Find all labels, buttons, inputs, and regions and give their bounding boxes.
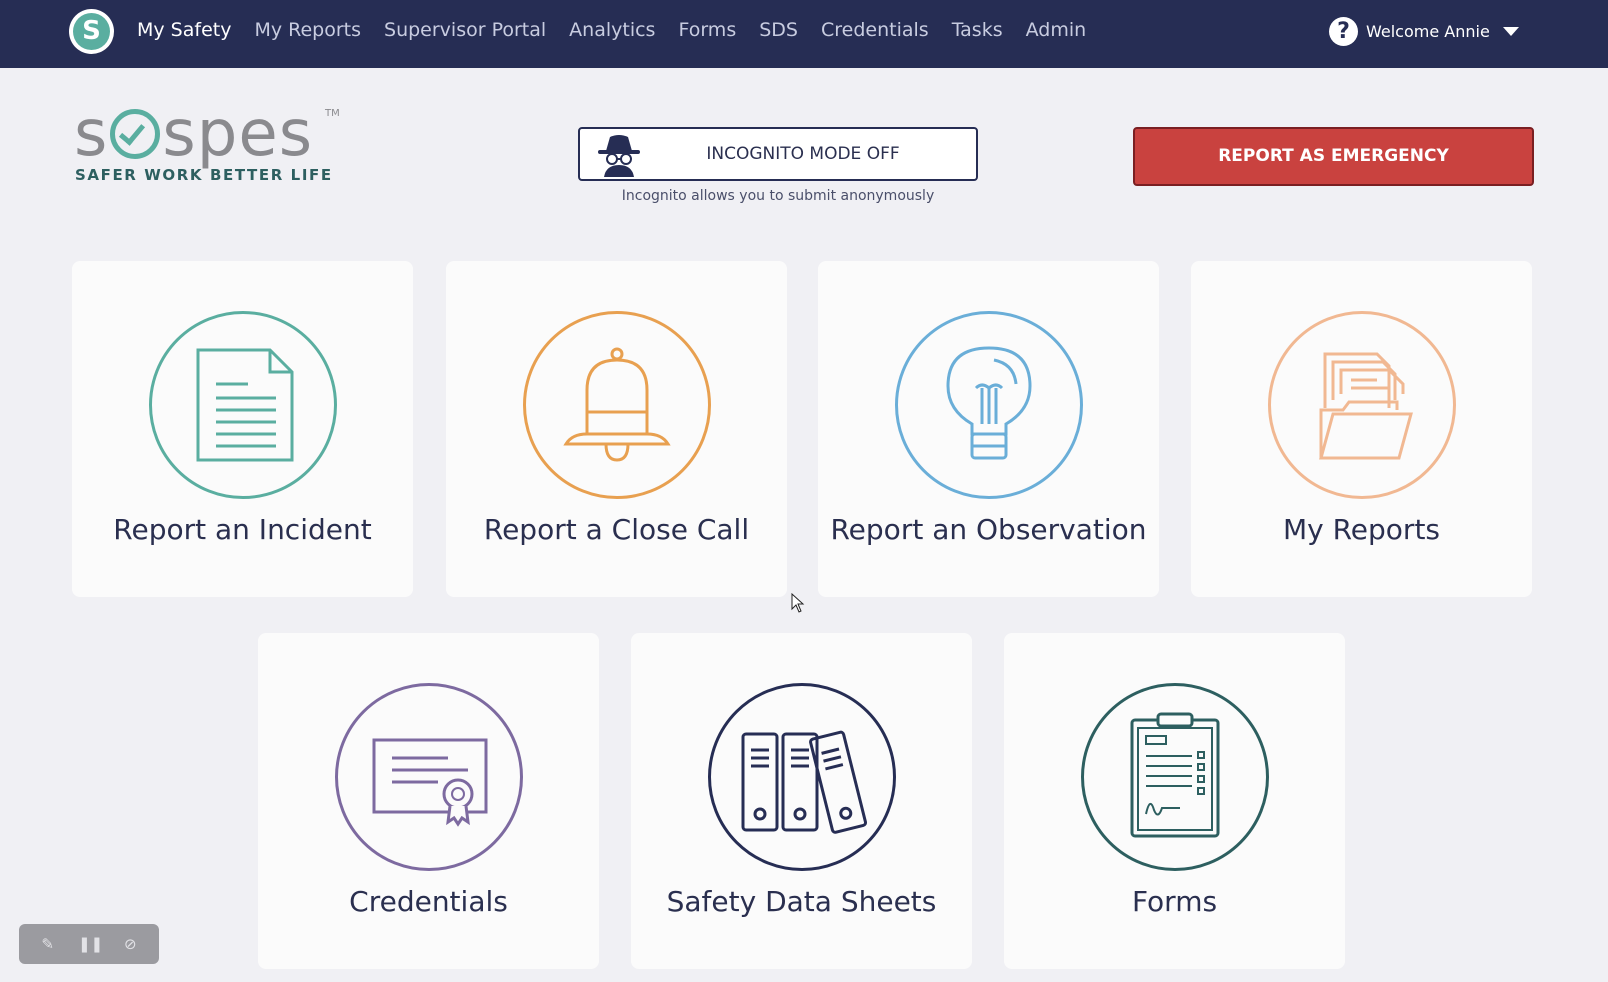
mouse-cursor-icon: [791, 593, 805, 613]
nav-item-forms[interactable]: Forms: [678, 19, 736, 41]
card-report-close-call[interactable]: Report a Close Call: [446, 261, 787, 597]
folder-icon: [1268, 311, 1456, 499]
help-icon[interactable]: ?: [1329, 16, 1358, 46]
card-label: Report an Incident: [113, 513, 372, 546]
nav-item-analytics[interactable]: Analytics: [569, 19, 655, 41]
lightbulb-icon: [895, 311, 1083, 499]
report-emergency-button[interactable]: REPORT AS EMERGENCY: [1133, 127, 1534, 186]
binders-icon: [708, 683, 896, 871]
logo-wordmark: s spes: [74, 94, 313, 174]
logo-check-circle-icon: [110, 109, 161, 159]
card-label: My Reports: [1282, 513, 1441, 546]
card-forms[interactable]: Forms: [1004, 633, 1345, 969]
app-logo-letter: S: [73, 13, 110, 50]
nav-item-my-safety[interactable]: My Safety: [137, 19, 231, 41]
nav-item-my-reports[interactable]: My Reports: [254, 19, 361, 41]
hide-icon[interactable]: ⊘: [119, 935, 141, 953]
caret-down-icon[interactable]: [1502, 26, 1519, 36]
card-label: Report a Close Call: [483, 513, 750, 546]
edit-icon[interactable]: ✎: [37, 935, 59, 953]
incognito-label: INCOGNITO MODE OFF: [706, 144, 900, 164]
welcome-text: Welcome Annie: [1366, 21, 1490, 41]
logo-tagline: SAFER WORK BETTER LIFE: [75, 166, 333, 184]
card-my-reports[interactable]: My Reports: [1191, 261, 1532, 597]
incognito-hint: Incognito allows you to submit anonymous…: [621, 188, 935, 204]
logo-wordmark-end: spes: [162, 97, 314, 171]
main-nav: My Safety My Reports Supervisor Portal A…: [137, 0, 1109, 60]
nav-item-admin[interactable]: Admin: [1026, 19, 1087, 41]
document-icon: [149, 311, 337, 499]
card-safety-data-sheets[interactable]: Safety Data Sheets: [631, 633, 972, 969]
nav-item-supervisor-portal[interactable]: Supervisor Portal: [384, 19, 546, 41]
card-report-incident[interactable]: Report an Incident: [72, 261, 413, 597]
logo-wordmark-start: s: [74, 97, 109, 171]
card-label: Credentials: [349, 885, 508, 918]
trademark-symbol: TM: [325, 108, 340, 119]
certificate-icon: [335, 683, 523, 871]
bell-icon: [523, 311, 711, 499]
pause-icon[interactable]: ❚❚: [78, 935, 103, 953]
card-label: Safety Data Sheets: [666, 885, 937, 918]
card-label: Forms: [1131, 885, 1218, 918]
recorder-toolbar: ✎ ❚❚ ⊘: [19, 924, 159, 964]
top-navigation-bar: S My Safety My Reports Supervisor Portal…: [0, 0, 1608, 68]
nav-item-sds[interactable]: SDS: [759, 19, 798, 41]
card-report-observation[interactable]: Report an Observation: [818, 261, 1159, 597]
sospes-logo: s spes TM SAFER WORK BETTER LIFE: [74, 97, 344, 188]
nav-item-credentials[interactable]: Credentials: [821, 19, 929, 41]
card-label: Report an Observation: [830, 513, 1147, 546]
spy-icon: [598, 135, 640, 177]
card-credentials[interactable]: Credentials: [258, 633, 599, 969]
nav-item-tasks[interactable]: Tasks: [952, 19, 1003, 41]
clipboard-icon: [1081, 683, 1269, 871]
app-logo[interactable]: S: [69, 9, 114, 54]
incognito-toggle-button[interactable]: INCOGNITO MODE OFF: [578, 127, 978, 181]
user-menu[interactable]: ? Welcome Annie: [1329, 15, 1519, 47]
check-icon: [119, 118, 146, 146]
